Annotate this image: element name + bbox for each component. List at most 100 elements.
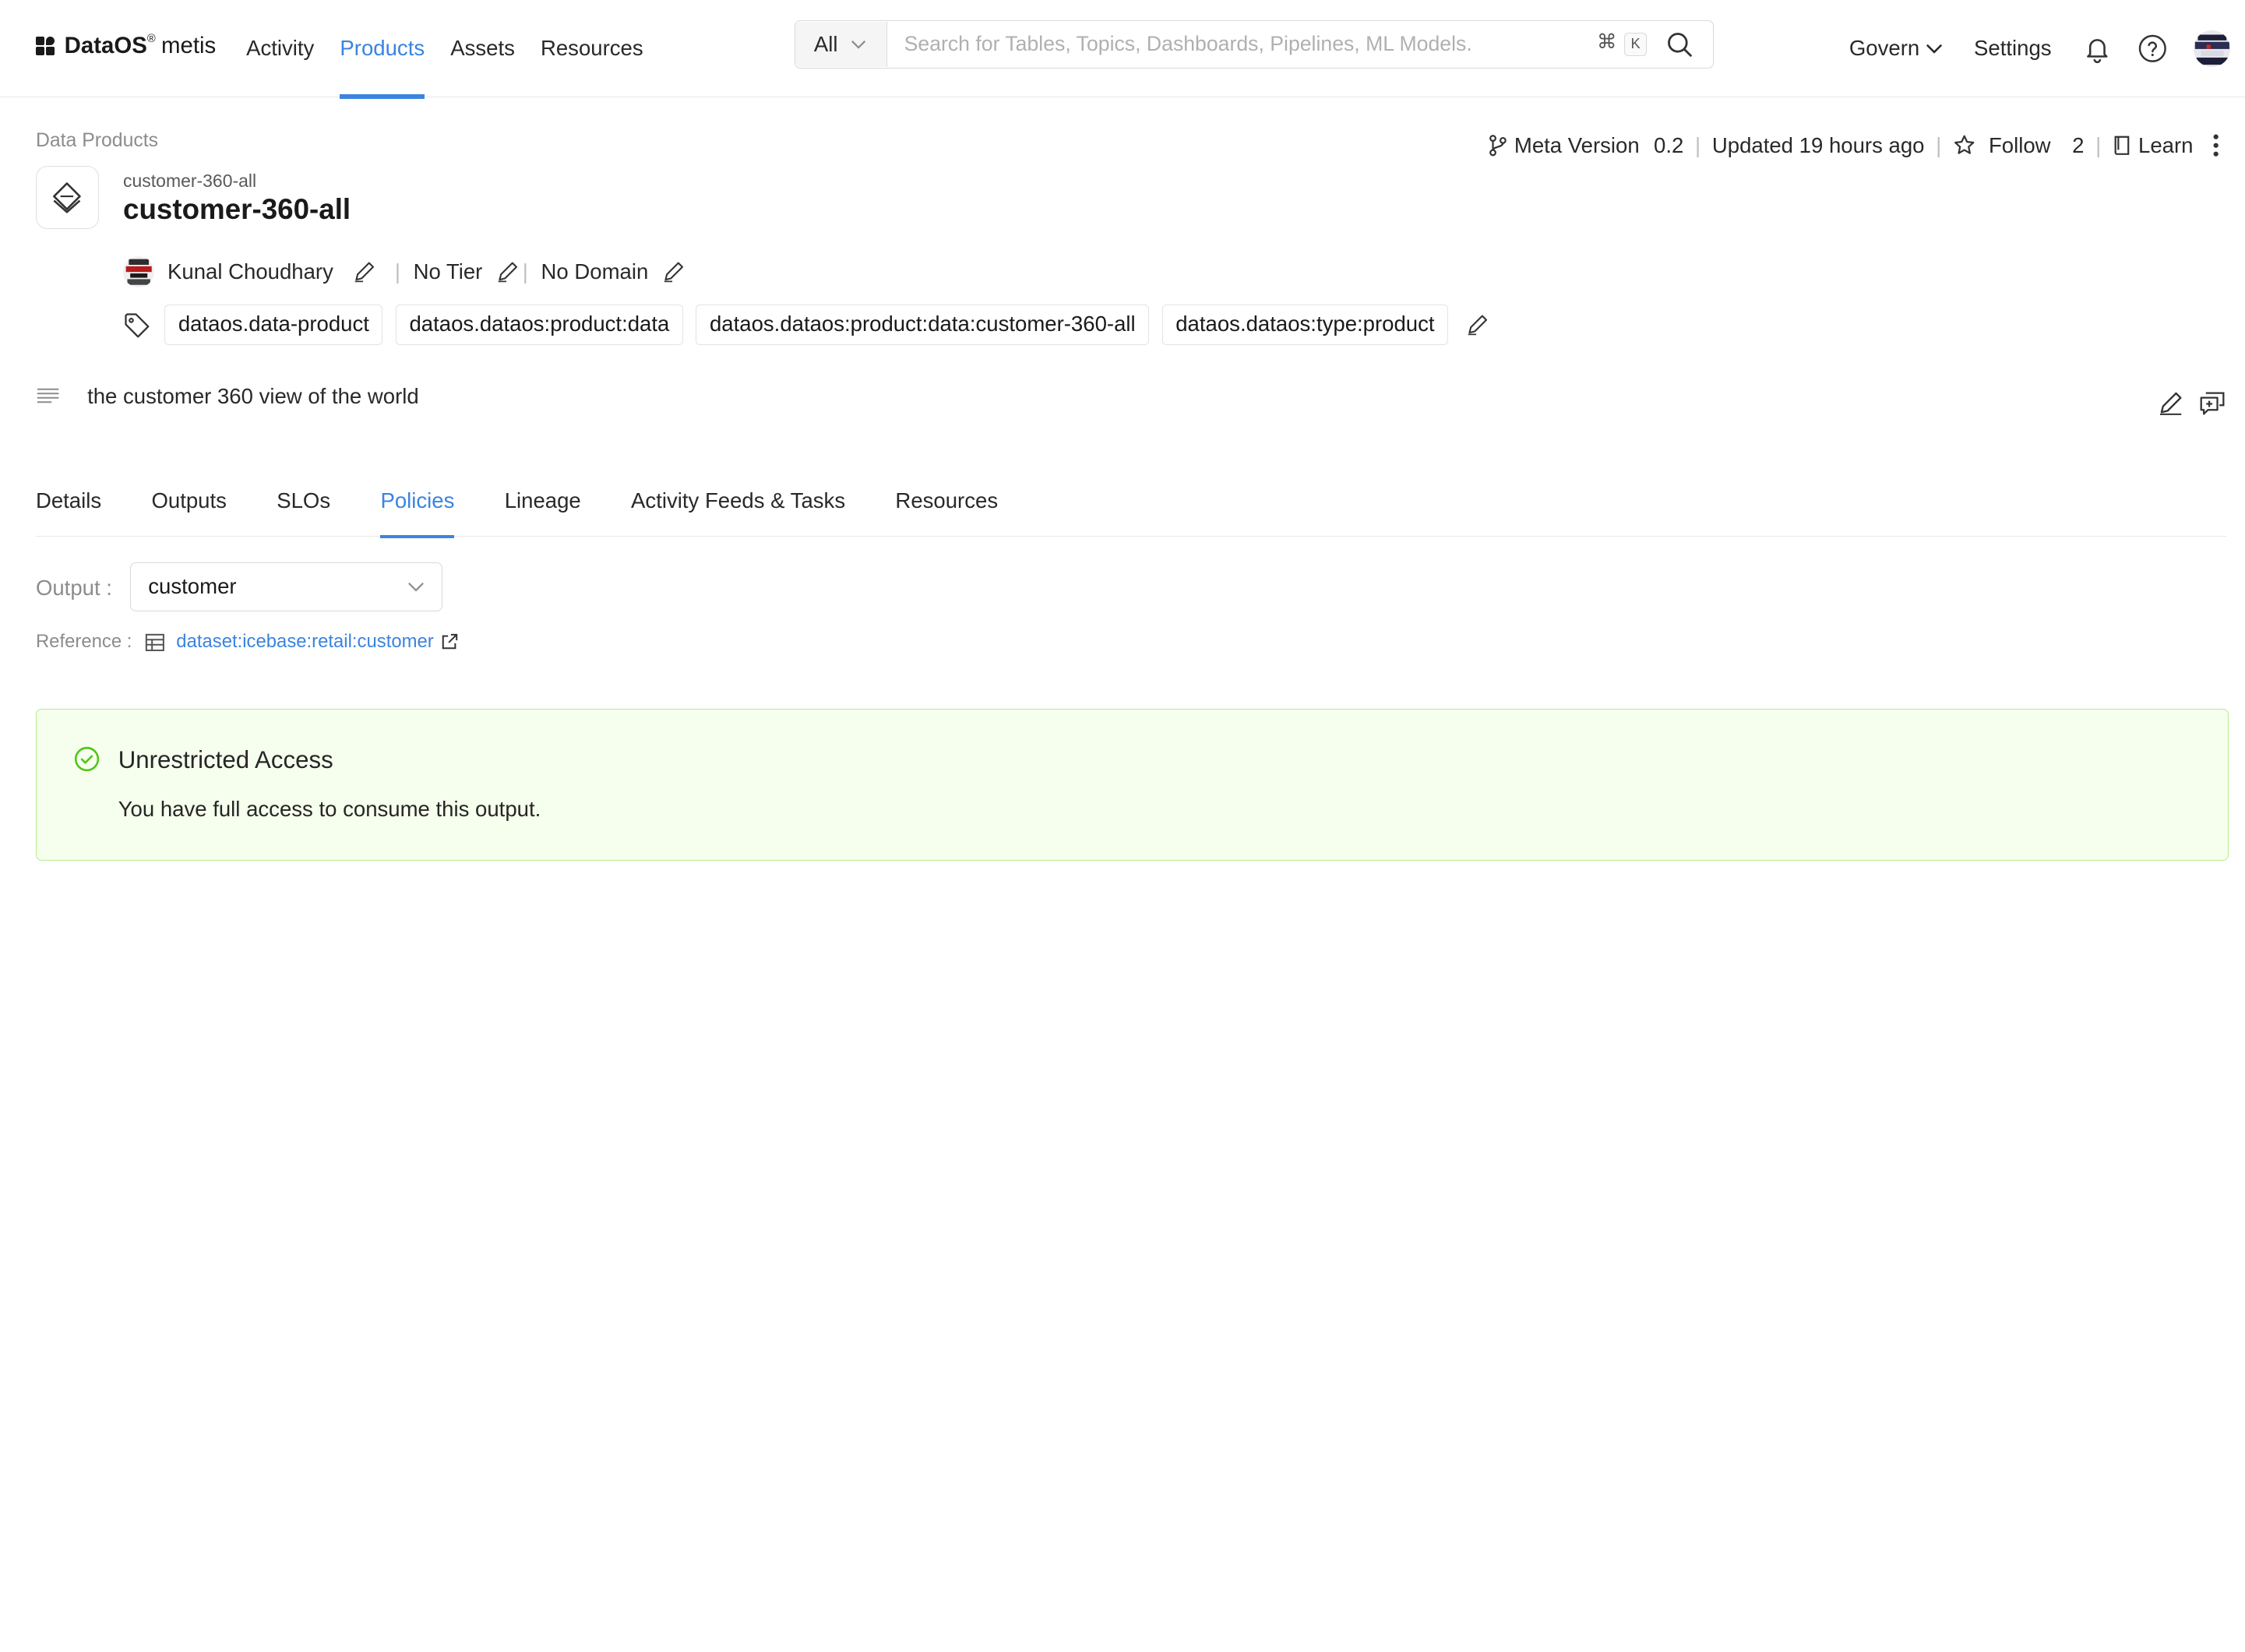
edit-description-button[interactable] xyxy=(2159,391,2183,421)
chevron-down-icon xyxy=(407,583,424,592)
reference-link[interactable]: dataset:icebase:retail:customer xyxy=(176,631,433,653)
tag-chip[interactable]: dataos.dataos:product:data xyxy=(395,305,683,345)
star-icon xyxy=(1954,135,1975,154)
tags-row: dataos.data-product dataos.dataos:produc… xyxy=(123,305,1489,345)
check-circle-icon xyxy=(74,746,100,778)
page-title: customer-360-all xyxy=(123,193,351,226)
comment-add-icon xyxy=(2200,392,2225,415)
logo-brand: DataOS xyxy=(64,33,147,59)
edit-tier-button[interactable] xyxy=(497,261,519,283)
request-description-button[interactable] xyxy=(2199,391,2226,421)
dataos-logo-icon xyxy=(35,37,55,56)
nav-assets[interactable]: Assets xyxy=(450,0,515,97)
help-button[interactable] xyxy=(2138,33,2168,64)
settings-link[interactable]: Settings xyxy=(1974,36,2052,61)
follow-count: 2 xyxy=(2072,132,2085,157)
branch-icon xyxy=(1489,135,1507,157)
output-select[interactable]: customer xyxy=(130,562,442,611)
description-text: the customer 360 view of the world xyxy=(87,383,419,408)
avatar-image xyxy=(123,255,155,288)
divider: | xyxy=(394,259,401,284)
pencil-icon xyxy=(498,262,517,283)
table-icon xyxy=(145,633,164,651)
description-icon xyxy=(37,388,59,403)
tier-label: No Tier xyxy=(413,259,483,284)
reference-row: Reference : dataset:icebase:retail:custo… xyxy=(36,631,458,653)
tab-outputs[interactable]: Outputs xyxy=(151,475,226,537)
meta-version[interactable]: Meta Version 0.2 xyxy=(1489,132,1684,158)
meta-version-label: Meta Version xyxy=(1514,132,1640,157)
divider: | xyxy=(1695,132,1701,157)
follow-label: Follow xyxy=(1988,132,2051,157)
output-select-value: customer xyxy=(148,574,237,599)
tab-resources[interactable]: Resources xyxy=(895,475,998,537)
reference-label: Reference : xyxy=(35,631,132,653)
description-actions xyxy=(2159,391,2226,421)
avatar-image xyxy=(2193,30,2231,68)
right-nav: Govern Settings xyxy=(1849,0,2231,97)
tab-details[interactable]: Details xyxy=(36,475,101,537)
pencil-icon xyxy=(1468,315,1487,336)
access-alert: Unrestricted Access You have full access… xyxy=(35,708,2229,861)
tag-chip[interactable]: dataos.dataos:product:data:customer-360-… xyxy=(696,305,1150,345)
domain-label: No Domain xyxy=(541,259,649,284)
command-key-badge: ⌘ xyxy=(1597,31,1617,54)
meta-version-value: 0.2 xyxy=(1654,132,1684,157)
search-button[interactable] xyxy=(1655,31,1704,58)
bell-icon xyxy=(2087,39,2108,63)
learn-label: Learn xyxy=(2138,132,2194,157)
entity-tabs: Details Outputs SLOs Policies Lineage Ac… xyxy=(35,475,2226,538)
govern-label: Govern xyxy=(1849,36,1920,61)
divider: | xyxy=(522,259,528,284)
more-options-button[interactable] xyxy=(2213,134,2219,157)
breadcrumb[interactable]: Data Products xyxy=(36,130,158,152)
alert-message: You have full access to consume this out… xyxy=(118,796,541,821)
top-navbar: DataOS® metis Activity Products Assets R… xyxy=(0,0,2245,99)
govern-menu[interactable]: Govern xyxy=(1849,36,1943,61)
main-nav: Activity Products Assets Resources xyxy=(246,0,669,99)
pencil-icon xyxy=(2160,392,2182,415)
edit-owner-button[interactable] xyxy=(354,261,375,283)
entity-subtitle: customer-360-all xyxy=(123,170,257,191)
follow-button[interactable]: Follow 2 xyxy=(1953,133,2084,158)
global-search: All ⌘ K xyxy=(794,19,1714,69)
search-input[interactable] xyxy=(886,23,1593,66)
learn-button[interactable]: Learn xyxy=(2113,133,2194,158)
updated-time: Updated 19 hours ago xyxy=(1711,132,1925,157)
entity-meta-bar: Meta Version 0.2 | Updated 19 hours ago … xyxy=(1489,133,2219,158)
output-label: Output : xyxy=(35,575,112,600)
user-avatar[interactable] xyxy=(2193,30,2231,68)
tab-policies[interactable]: Policies xyxy=(380,475,454,538)
search-scope-value: All xyxy=(813,31,838,56)
pencil-icon xyxy=(354,262,374,283)
page: DataOS® metis Activity Products Assets R… xyxy=(0,0,2245,899)
help-icon xyxy=(2138,34,2166,63)
notifications-button[interactable] xyxy=(2083,34,2112,63)
search-scope-select[interactable]: All xyxy=(795,21,887,68)
owner-avatar xyxy=(123,255,155,288)
tab-lineage[interactable]: Lineage xyxy=(505,475,581,537)
divider: | xyxy=(1936,132,1942,157)
logo-product: metis xyxy=(160,33,217,59)
chevron-down-icon xyxy=(1926,44,1942,54)
owner-name[interactable]: Kunal Choudhary xyxy=(167,259,333,284)
book-icon xyxy=(2114,136,2130,156)
tab-slos[interactable]: SLOs xyxy=(277,475,330,537)
nav-resources[interactable]: Resources xyxy=(541,0,643,97)
nav-products[interactable]: Products xyxy=(340,0,425,99)
edit-domain-button[interactable] xyxy=(663,261,685,283)
tag-chip[interactable]: dataos.data-product xyxy=(164,305,383,345)
description-row: the customer 360 view of the world xyxy=(36,383,2226,415)
divider: | xyxy=(2095,132,2102,157)
tab-activity-feeds[interactable]: Activity Feeds & Tasks xyxy=(631,475,845,537)
tag-chip[interactable]: dataos.dataos:type:product xyxy=(1161,305,1449,345)
edit-tags-button[interactable] xyxy=(1467,314,1489,336)
external-link-icon[interactable] xyxy=(441,633,458,650)
layers-icon xyxy=(53,181,82,213)
tag-icon xyxy=(123,312,150,339)
dataos-logo[interactable]: DataOS® metis xyxy=(35,33,217,59)
alert-title: Unrestricted Access xyxy=(118,746,333,774)
owner-tier-domain-row: Kunal Choudhary | No Tier | No Domain xyxy=(123,255,685,288)
kebab-menu-icon xyxy=(2213,134,2219,157)
nav-activity[interactable]: Activity xyxy=(246,0,314,97)
